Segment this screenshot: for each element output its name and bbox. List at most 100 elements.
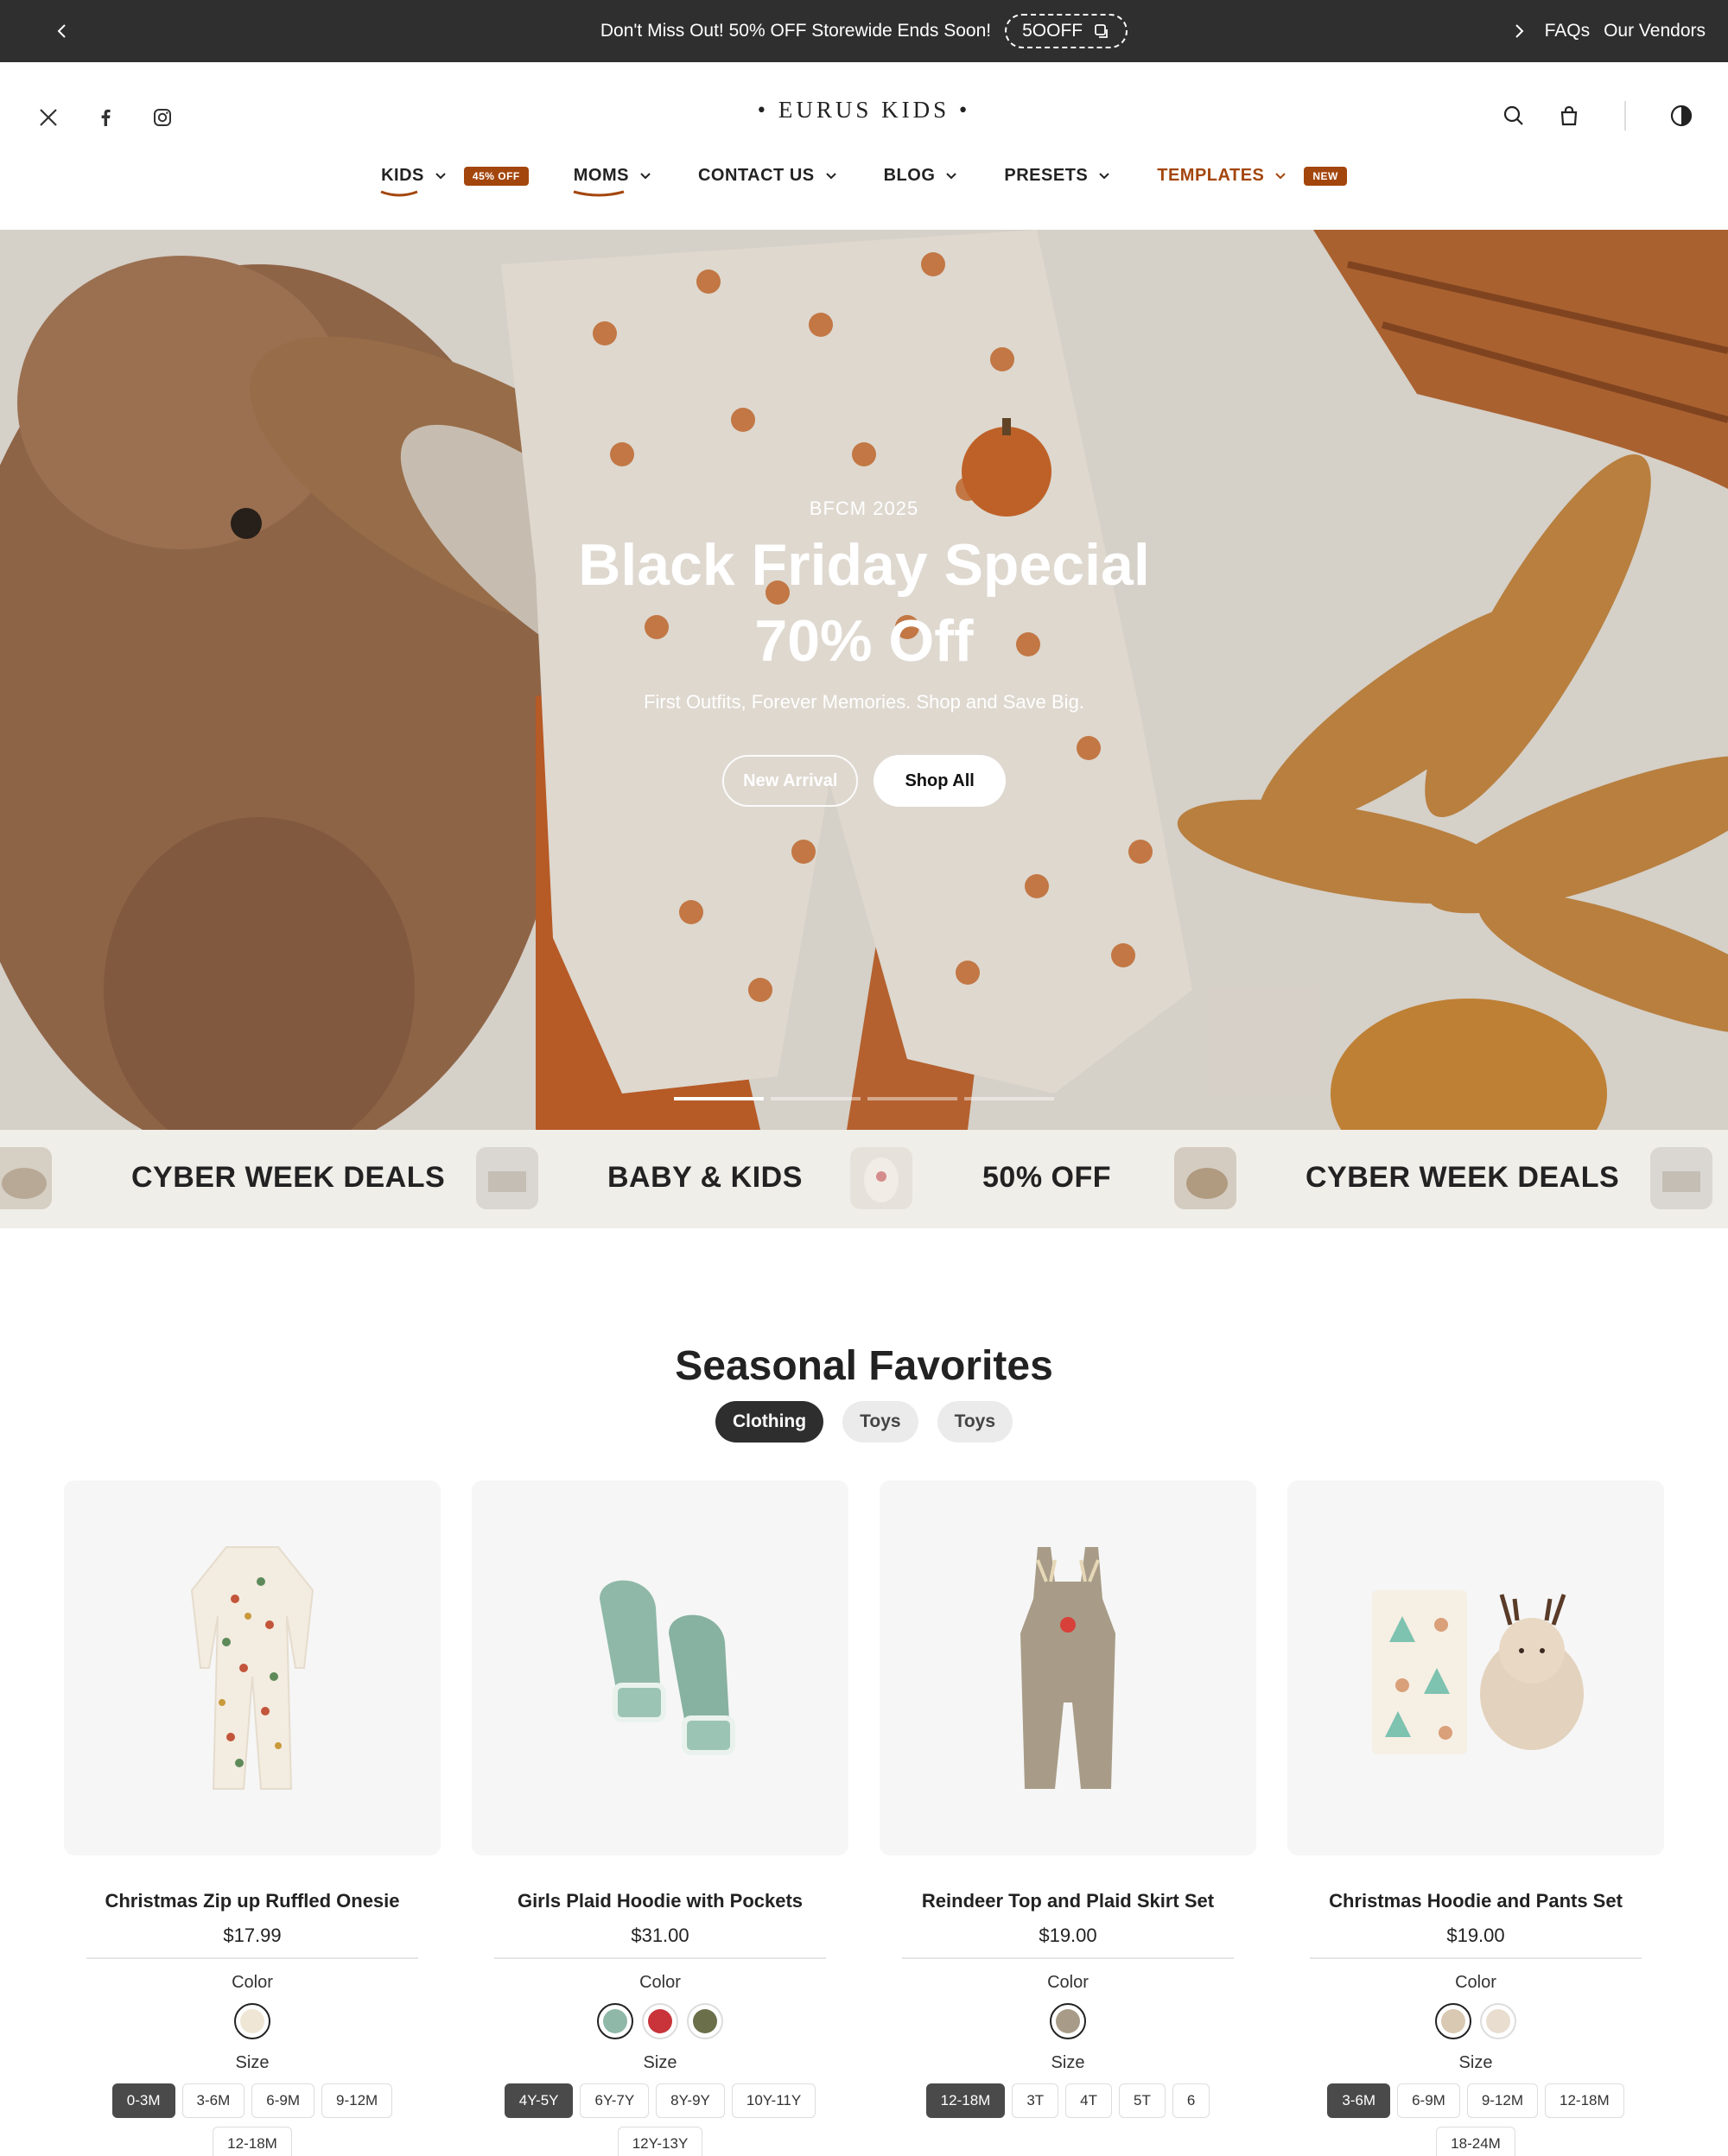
copy-icon xyxy=(1095,24,1109,38)
slide-indicator[interactable] xyxy=(964,1097,1054,1100)
marquee-thumbnail xyxy=(850,1147,912,1209)
size-option[interactable]: 10Y-11Y xyxy=(731,2083,816,2118)
our-vendors-link[interactable]: Our Vendors xyxy=(1604,21,1706,41)
color-swatches xyxy=(1287,2003,1664,2039)
nav-item-label: MOMS xyxy=(573,166,629,185)
shop-all-button[interactable]: Shop All xyxy=(874,755,1006,807)
chevron-down-icon xyxy=(1273,168,1288,184)
announcement-bar: Don't Miss Out! 50% OFF Storewide Ends S… xyxy=(0,0,1728,62)
color-label: Color xyxy=(1047,1973,1089,1992)
cart-bag-icon[interactable] xyxy=(1553,100,1585,131)
size-option[interactable]: 9-12M xyxy=(1466,2083,1538,2118)
color-swatch[interactable] xyxy=(1050,2003,1086,2039)
marquee-thumbnail xyxy=(476,1147,538,1209)
color-label: Color xyxy=(639,1973,681,1992)
nav-item-kids[interactable]: KIDS 45% OFF xyxy=(380,166,529,197)
product-image[interactable] xyxy=(472,1481,848,1855)
slide-indicator[interactable] xyxy=(771,1097,861,1100)
discount-code-button[interactable]: 5OOFF xyxy=(1005,14,1128,48)
size-option[interactable]: 0-3M xyxy=(111,2083,175,2118)
color-swatches xyxy=(64,2003,441,2039)
utility-links: FAQs Our Vendors xyxy=(1545,0,1706,62)
size-option[interactable]: 18-24M xyxy=(1436,2127,1515,2156)
color-swatch[interactable] xyxy=(597,2003,633,2039)
marquee-thumbnail xyxy=(1174,1147,1236,1209)
card-divider xyxy=(86,1957,418,1959)
product-name[interactable]: Christmas Zip up Ruffled Onesie xyxy=(64,1890,441,1912)
size-option[interactable]: 12Y-13Y xyxy=(617,2127,703,2156)
product-name[interactable]: Reindeer Top and Plaid Skirt Set xyxy=(880,1890,1256,1912)
size-option[interactable]: 12-18M xyxy=(925,2083,1006,2118)
color-swatches xyxy=(472,2003,848,2039)
size-option[interactable]: 3-6M xyxy=(1327,2083,1391,2118)
size-option[interactable]: 5T xyxy=(1119,2083,1166,2118)
size-option[interactable]: 4T xyxy=(1065,2083,1112,2118)
size-option[interactable]: 6-9M xyxy=(251,2083,314,2118)
hero-title-line-1: Black Friday Special xyxy=(578,532,1150,598)
size-option[interactable]: 6 xyxy=(1172,2083,1210,2118)
tab-toys[interactable]: Toys xyxy=(842,1401,918,1443)
category-tabs: Clothing Toys Toys xyxy=(0,1401,1728,1443)
faqs-link[interactable]: FAQs xyxy=(1545,21,1591,41)
nav-item-label: BLOG xyxy=(883,166,936,185)
hero-title-line-2: 70% Off xyxy=(754,608,974,674)
announcement-text: Don't Miss Out! 50% OFF Storewide Ends S… xyxy=(600,21,992,41)
product-image[interactable] xyxy=(64,1481,441,1855)
color-swatch[interactable] xyxy=(687,2003,723,2039)
promo-marquee: CYBER WEEK DEALS BABY & KIDS 50% OFF CYB… xyxy=(0,1130,1728,1228)
size-option[interactable]: 3-6M xyxy=(181,2083,245,2118)
new-arrival-button[interactable]: New Arrival xyxy=(722,755,859,807)
card-divider xyxy=(902,1957,1234,1959)
marquee-text: CYBER WEEK DEALS xyxy=(131,1161,446,1194)
chevron-down-icon xyxy=(433,168,448,184)
chevron-down-icon xyxy=(638,168,653,184)
size-option[interactable]: 9-12M xyxy=(321,2083,393,2118)
size-option[interactable]: 6Y-7Y xyxy=(580,2083,650,2118)
nav-item-contact-us[interactable]: CONTACT US xyxy=(698,166,839,186)
color-swatch[interactable] xyxy=(1480,2003,1516,2039)
chevron-down-icon xyxy=(943,168,959,184)
product-price: $31.00 xyxy=(631,1925,689,1946)
product-image[interactable] xyxy=(1287,1481,1664,1855)
announcement-message-row: Don't Miss Out! 50% OFF Storewide Ends S… xyxy=(0,0,1728,62)
nav-item-label: PRESETS xyxy=(1004,166,1089,185)
tab-toys-2[interactable]: Toys xyxy=(937,1401,1013,1443)
color-swatch[interactable] xyxy=(234,2003,270,2039)
marquee-thumbnail xyxy=(1650,1147,1712,1209)
product-card: Reindeer Top and Plaid Skirt Set $19.00 … xyxy=(880,1481,1256,2118)
color-swatches xyxy=(880,2003,1256,2039)
color-swatch[interactable] xyxy=(642,2003,678,2039)
slide-indicator[interactable] xyxy=(674,1097,764,1100)
site-logo[interactable]: • EURUS KIDS • xyxy=(0,97,1728,124)
size-option[interactable]: 3T xyxy=(1012,2083,1059,2118)
size-option[interactable]: 12-18M xyxy=(1545,2083,1624,2118)
tab-clothing[interactable]: Clothing xyxy=(715,1401,824,1443)
nav-item-blog[interactable]: BLOG xyxy=(884,166,960,186)
color-label: Color xyxy=(232,1973,273,1992)
search-icon[interactable] xyxy=(1498,100,1529,131)
nav-badge: NEW xyxy=(1304,166,1347,186)
hero-eyebrow: BFCM 2025 xyxy=(809,498,919,519)
size-option[interactable]: 12-18M xyxy=(213,2127,292,2156)
nav-underline-swoosh xyxy=(573,190,625,197)
nav-item-label: KIDS xyxy=(381,166,424,185)
product-price: $19.00 xyxy=(1039,1925,1097,1946)
nav-item-presets[interactable]: PRESETS xyxy=(1004,166,1112,186)
marquee-text: CYBER WEEK DEALS xyxy=(1306,1161,1620,1194)
hero-buttons: New Arrival Shop All xyxy=(0,755,1728,807)
product-image[interactable] xyxy=(880,1481,1256,1855)
nav-item-templates[interactable]: TEMPLATES NEW xyxy=(1157,166,1347,186)
color-swatch[interactable] xyxy=(1435,2003,1471,2039)
marquee-text: BABY & KIDS xyxy=(607,1161,803,1194)
next-announcement-arrow-icon[interactable] xyxy=(1505,17,1533,45)
slide-indicator[interactable] xyxy=(867,1097,957,1100)
theme-toggle-icon[interactable] xyxy=(1666,100,1697,131)
product-name[interactable]: Girls Plaid Hoodie with Pockets xyxy=(472,1890,848,1912)
size-option[interactable]: 8Y-9Y xyxy=(656,2083,725,2118)
product-name[interactable]: Christmas Hoodie and Pants Set xyxy=(1287,1890,1664,1912)
marquee-thumbnail xyxy=(0,1147,52,1209)
size-option[interactable]: 4Y-5Y xyxy=(504,2083,574,2118)
size-option[interactable]: 6-9M xyxy=(1397,2083,1460,2118)
size-label: Size xyxy=(643,2053,677,2072)
nav-item-moms[interactable]: MOMS xyxy=(573,166,653,197)
